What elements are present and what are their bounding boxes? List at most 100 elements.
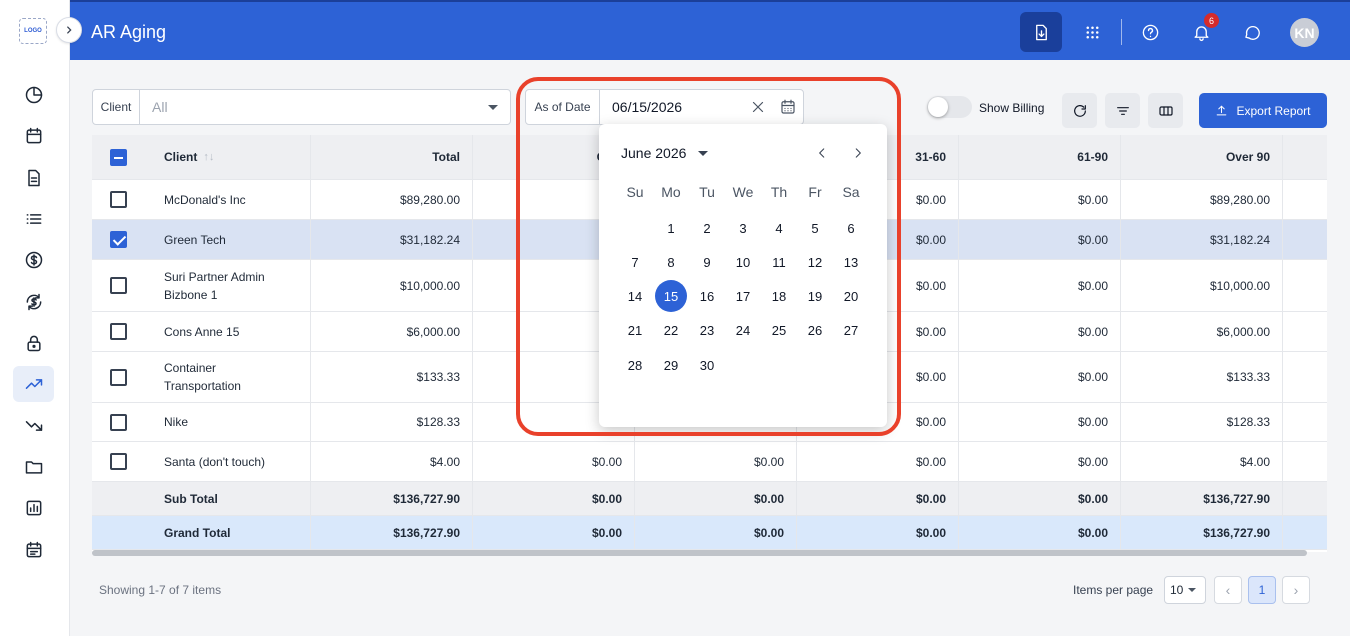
show-billing-toggle[interactable] bbox=[927, 96, 972, 118]
chevron-right-icon: › bbox=[1293, 582, 1299, 598]
col-header-client[interactable]: Client ↑↓ bbox=[164, 135, 314, 179]
calendar-day[interactable]: 19 bbox=[799, 280, 831, 312]
next-page-button[interactable]: › bbox=[1282, 576, 1310, 604]
chevron-left-icon bbox=[819, 148, 825, 158]
row-checkbox[interactable] bbox=[110, 369, 127, 386]
calendar-day[interactable]: 1 bbox=[655, 212, 687, 244]
filter-button[interactable] bbox=[1105, 93, 1140, 128]
calendar-day[interactable]: 18 bbox=[763, 280, 795, 312]
cell-1-30: $0.00 bbox=[753, 454, 784, 469]
col-header-total[interactable]: Total bbox=[312, 135, 460, 179]
column-divider bbox=[310, 135, 311, 552]
select-all-checkbox[interactable] bbox=[110, 149, 127, 166]
row-checkbox[interactable] bbox=[110, 414, 127, 431]
chevron-down-icon bbox=[1188, 588, 1197, 592]
refresh-button[interactable] bbox=[1062, 93, 1097, 128]
grand-total-row: Grand Total $136,727.90 $0.00 $0.00 $0.0… bbox=[92, 516, 1327, 550]
calendar-day[interactable]: 6 bbox=[835, 212, 867, 244]
weekday-label: Tu bbox=[699, 184, 715, 200]
calendar-day[interactable]: 3 bbox=[727, 212, 759, 244]
as-of-date-field[interactable]: As of Date 06/15/2026 bbox=[525, 89, 804, 125]
calendar-day[interactable]: 14 bbox=[619, 280, 651, 312]
calendar-day[interactable]: 21 bbox=[619, 314, 651, 346]
notifications-button[interactable]: 6 bbox=[1180, 12, 1222, 52]
calendar-day[interactable]: 25 bbox=[763, 314, 795, 346]
month-year-selector[interactable]: June 2026 bbox=[621, 145, 709, 161]
items-per-page-select[interactable]: 10 bbox=[1164, 576, 1206, 604]
sort-icon[interactable]: ↑↓ bbox=[203, 148, 214, 166]
chat-button[interactable] bbox=[1230, 12, 1272, 52]
next-month-button[interactable] bbox=[847, 142, 869, 164]
calendar-day[interactable]: 29 bbox=[655, 349, 687, 381]
prev-month-button[interactable] bbox=[811, 142, 833, 164]
clear-date-button[interactable] bbox=[743, 90, 773, 124]
calendar-day[interactable]: 10 bbox=[727, 246, 759, 278]
calendar-icon[interactable] bbox=[13, 118, 54, 154]
columns-icon bbox=[1158, 105, 1173, 116]
calendar-day[interactable]: 12 bbox=[799, 246, 831, 278]
cell-total: $6,000.00 bbox=[406, 324, 460, 339]
user-avatar[interactable]: KN bbox=[1290, 18, 1319, 47]
calendar-day[interactable]: 30 bbox=[691, 349, 723, 381]
calendar-day[interactable]: 17 bbox=[727, 280, 759, 312]
calendar-day[interactable]: 28 bbox=[619, 349, 651, 381]
apps-menu-button[interactable] bbox=[1071, 12, 1113, 52]
calendar-day[interactable]: 11 bbox=[763, 246, 795, 278]
cell-total: $4.00 bbox=[429, 454, 460, 469]
row-checkbox[interactable] bbox=[110, 323, 127, 340]
col-header-61-90[interactable]: 61-90 bbox=[952, 135, 1108, 179]
calendar-day-selected[interactable]: 15 bbox=[655, 280, 687, 312]
export-report-button[interactable]: Export Report bbox=[1199, 93, 1327, 128]
grid-dots-icon bbox=[1085, 25, 1099, 39]
calendar-day[interactable]: 7 bbox=[619, 246, 651, 278]
calendar-day[interactable]: 13 bbox=[835, 246, 867, 278]
row-checkbox[interactable] bbox=[110, 191, 127, 208]
open-calendar-button[interactable] bbox=[773, 90, 803, 124]
folder-icon[interactable] bbox=[13, 449, 54, 485]
calendar-day[interactable]: 20 bbox=[835, 280, 867, 312]
col-header-over-90[interactable]: Over 90 bbox=[1112, 135, 1270, 179]
row-checkbox[interactable] bbox=[110, 231, 127, 248]
trending-down-icon[interactable] bbox=[13, 408, 54, 444]
columns-button[interactable] bbox=[1148, 93, 1183, 128]
calendar-day[interactable]: 5 bbox=[799, 212, 831, 244]
app-logo[interactable]: LOGO bbox=[19, 18, 47, 44]
calendar-day[interactable]: 27 bbox=[835, 314, 867, 346]
dashboard-icon[interactable] bbox=[13, 77, 54, 113]
help-button[interactable] bbox=[1129, 12, 1171, 52]
calendar-day[interactable]: 22 bbox=[655, 314, 687, 346]
column-divider bbox=[472, 135, 473, 552]
dollar-icon[interactable] bbox=[13, 242, 54, 278]
schedule-icon[interactable] bbox=[13, 532, 54, 568]
lock-icon[interactable] bbox=[13, 325, 54, 361]
notification-badge: 6 bbox=[1204, 13, 1219, 28]
calendar-day[interactable]: 8 bbox=[655, 246, 687, 278]
report-chart-icon[interactable] bbox=[13, 490, 54, 526]
calendar-day[interactable]: 2 bbox=[691, 212, 723, 244]
calendar-day[interactable]: 4 bbox=[763, 212, 795, 244]
table-row[interactable]: Santa (don't touch) $4.00 $0.00 $0.00 $0… bbox=[92, 442, 1327, 482]
calendar-day[interactable]: 9 bbox=[691, 246, 723, 278]
recurring-dollar-icon[interactable] bbox=[13, 284, 54, 320]
trending-up-icon[interactable] bbox=[13, 366, 54, 402]
calendar-day[interactable]: 23 bbox=[691, 314, 723, 346]
column-divider bbox=[958, 135, 959, 552]
client-filter-select[interactable]: Client All bbox=[92, 89, 511, 125]
calendar-day[interactable]: 26 bbox=[799, 314, 831, 346]
list-icon[interactable] bbox=[13, 201, 54, 237]
prev-page-button[interactable]: ‹ bbox=[1214, 576, 1242, 604]
calendar-day[interactable]: 24 bbox=[727, 314, 759, 346]
document-icon[interactable] bbox=[13, 160, 54, 196]
page-title: AR Aging bbox=[91, 22, 167, 42]
column-divider bbox=[1282, 135, 1283, 552]
download-report-button[interactable] bbox=[1020, 12, 1062, 52]
calendar-day[interactable]: 16 bbox=[691, 280, 723, 312]
row-checkbox[interactable] bbox=[110, 277, 127, 294]
subtotal-1-30: $0.00 bbox=[753, 491, 784, 506]
row-checkbox[interactable] bbox=[110, 453, 127, 470]
sidebar-expand-button[interactable] bbox=[56, 17, 82, 43]
subtotal-label: Sub Total bbox=[164, 491, 218, 506]
page-button-current[interactable]: 1 bbox=[1248, 576, 1276, 604]
horizontal-scrollbar[interactable] bbox=[92, 550, 1307, 556]
as-of-date-input[interactable]: 06/15/2026 bbox=[600, 90, 743, 124]
